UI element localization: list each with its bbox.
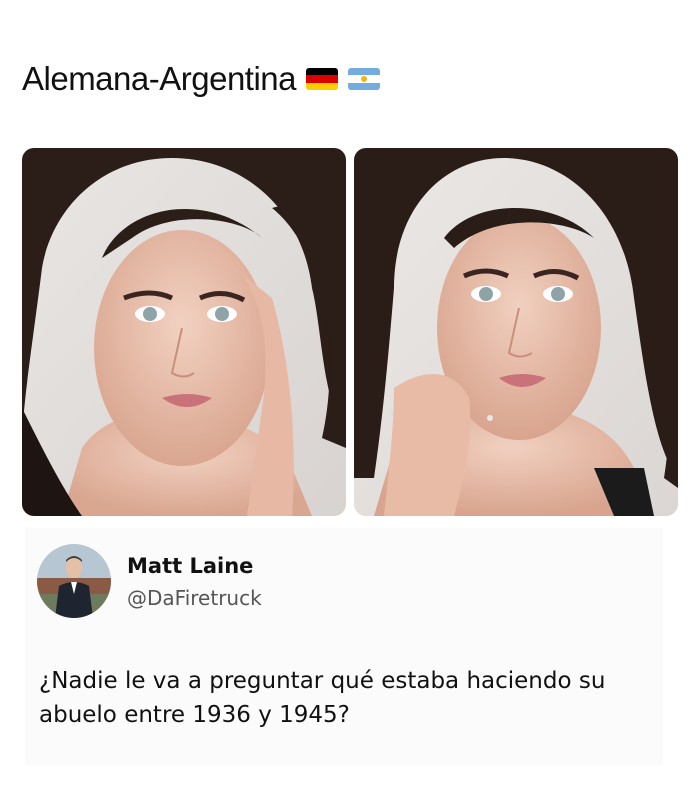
germany-flag-icon (306, 68, 338, 90)
post-title: Alemana-Argentina (22, 60, 380, 98)
author-name[interactable]: Matt Laine (127, 554, 253, 578)
portrait-hand-on-neck-image (354, 148, 678, 516)
avatar-image (37, 544, 111, 618)
portrait-hand-on-cheek-image (22, 148, 346, 516)
argentina-flag-icon (348, 68, 380, 90)
photo-grid (22, 148, 678, 516)
selfie-right-image[interactable] (354, 148, 678, 516)
selfie-left-image[interactable] (22, 148, 346, 516)
avatar[interactable] (37, 544, 111, 618)
tweet-text: ¿Nadie le va a preguntar qué estaba haci… (39, 668, 606, 728)
post-title-text: Alemana-Argentina (22, 60, 297, 97)
tweet-card[interactable]: Matt Laine @DaFiretruck ¿Nadie le va a p… (25, 528, 663, 766)
author-handle[interactable]: @DaFiretruck (127, 586, 262, 610)
